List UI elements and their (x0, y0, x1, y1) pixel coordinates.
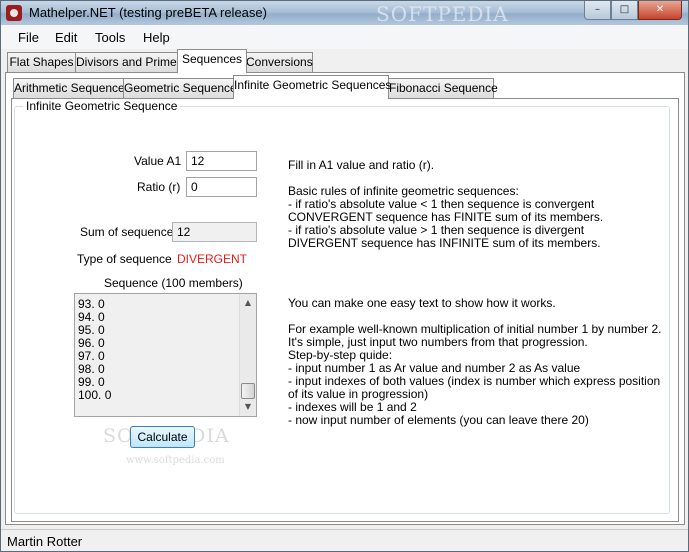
scroll-down-icon[interactable]: ▼ (240, 399, 256, 415)
list-item: 93. 0 (78, 297, 105, 311)
title-bar[interactable]: Mathelper.NET (testing preBETA release) … (1, 1, 688, 26)
group-title: Infinite Geometric Sequence (23, 99, 181, 113)
tab-divisors-and-primes[interactable]: Divisors and Primes (75, 52, 183, 72)
calculate-button[interactable]: Calculate (130, 426, 195, 448)
type-value: DIVERGENT (177, 252, 248, 266)
close-button[interactable]: ✕ (638, 1, 682, 20)
list-item: 96. 0 (78, 336, 105, 350)
maximize-button[interactable]: □ (611, 1, 638, 20)
main-tab-row: Flat Shapes Divisors and Primes Sequence… (5, 49, 685, 73)
list-item: 97. 0 (78, 349, 105, 363)
tab-geometric-sequence[interactable]: Geometric Sequence (123, 78, 237, 98)
list-item: 100. 0 (78, 388, 112, 402)
status-bar: Martin Rotter (1, 529, 688, 551)
sequence-label: Sequence (100 members) (104, 276, 243, 290)
help-line: Fill in A1 value and ratio (r). (288, 158, 435, 172)
menu-edit[interactable]: Edit (55, 30, 77, 45)
app-icon[interactable] (6, 5, 22, 21)
caption-buttons: – □ ✕ (584, 1, 682, 21)
scroll-up-icon[interactable]: ▲ (240, 295, 256, 311)
window-title: Mathelper.NET (testing preBETA release) (29, 5, 267, 20)
menu-help[interactable]: Help (143, 30, 170, 45)
help-text-rules: Fill in A1 value and ratio (r). Basic ru… (288, 159, 603, 250)
sub-tab-row: Arithmetic Sequence Geometric Sequence I… (11, 75, 679, 99)
menu-tools[interactable]: Tools (95, 30, 125, 45)
softpedia-url-watermark: www.softpedia.com (126, 455, 225, 466)
value-a1-label: Value A1 (134, 154, 182, 168)
title-watermark: SOFTPEDIA (376, 2, 509, 26)
scroll-thumb[interactable] (241, 383, 255, 399)
menu-bar: File Edit Tools Help (1, 25, 688, 49)
help-line: DIVERGENT sequence has INFINITE sum of i… (288, 236, 601, 250)
sum-output: 12 (172, 222, 257, 242)
help-text-example: You can make one easy text to show how i… (288, 297, 662, 427)
list-item: 95. 0 (78, 323, 105, 337)
tab-sequences[interactable]: Sequences (177, 49, 247, 73)
sequence-scrollbar[interactable]: ▲ ▼ (239, 294, 256, 416)
value-a1-input[interactable]: 12 (186, 151, 257, 171)
tab-infinite-geometric-sequences[interactable]: Infinite Geometric Sequences (233, 75, 391, 99)
ratio-label: Ratio (r) (137, 180, 181, 194)
list-item: 98. 0 (78, 362, 105, 376)
sequence-list[interactable]: 93. 0 94. 0 95. 0 96. 0 97. 0 98. 0 99. … (74, 293, 257, 417)
tab-conversions[interactable]: Conversions (245, 52, 313, 72)
sum-label: Sum of sequence (80, 225, 174, 239)
menu-file[interactable]: File (18, 30, 39, 45)
help-line: You can make one easy text to show how i… (288, 296, 556, 310)
ratio-input[interactable]: 0 (186, 177, 257, 197)
list-item: 99. 0 (78, 375, 105, 389)
minimize-button[interactable]: – (584, 1, 611, 20)
tab-flat-shapes[interactable]: Flat Shapes (7, 52, 76, 72)
list-item: 94. 0 (78, 310, 105, 324)
tab-arithmetic-sequence[interactable]: Arithmetic Sequence (13, 78, 125, 98)
status-text: Martin Rotter (7, 534, 83, 549)
type-label: Type of sequence (77, 252, 172, 266)
help-line: - now input number of elements (you can … (288, 413, 589, 427)
tab-fibonacci-sequence[interactable]: Fibonacci Sequence (388, 78, 498, 98)
app-window: Mathelper.NET (testing preBETA release) … (0, 0, 689, 552)
